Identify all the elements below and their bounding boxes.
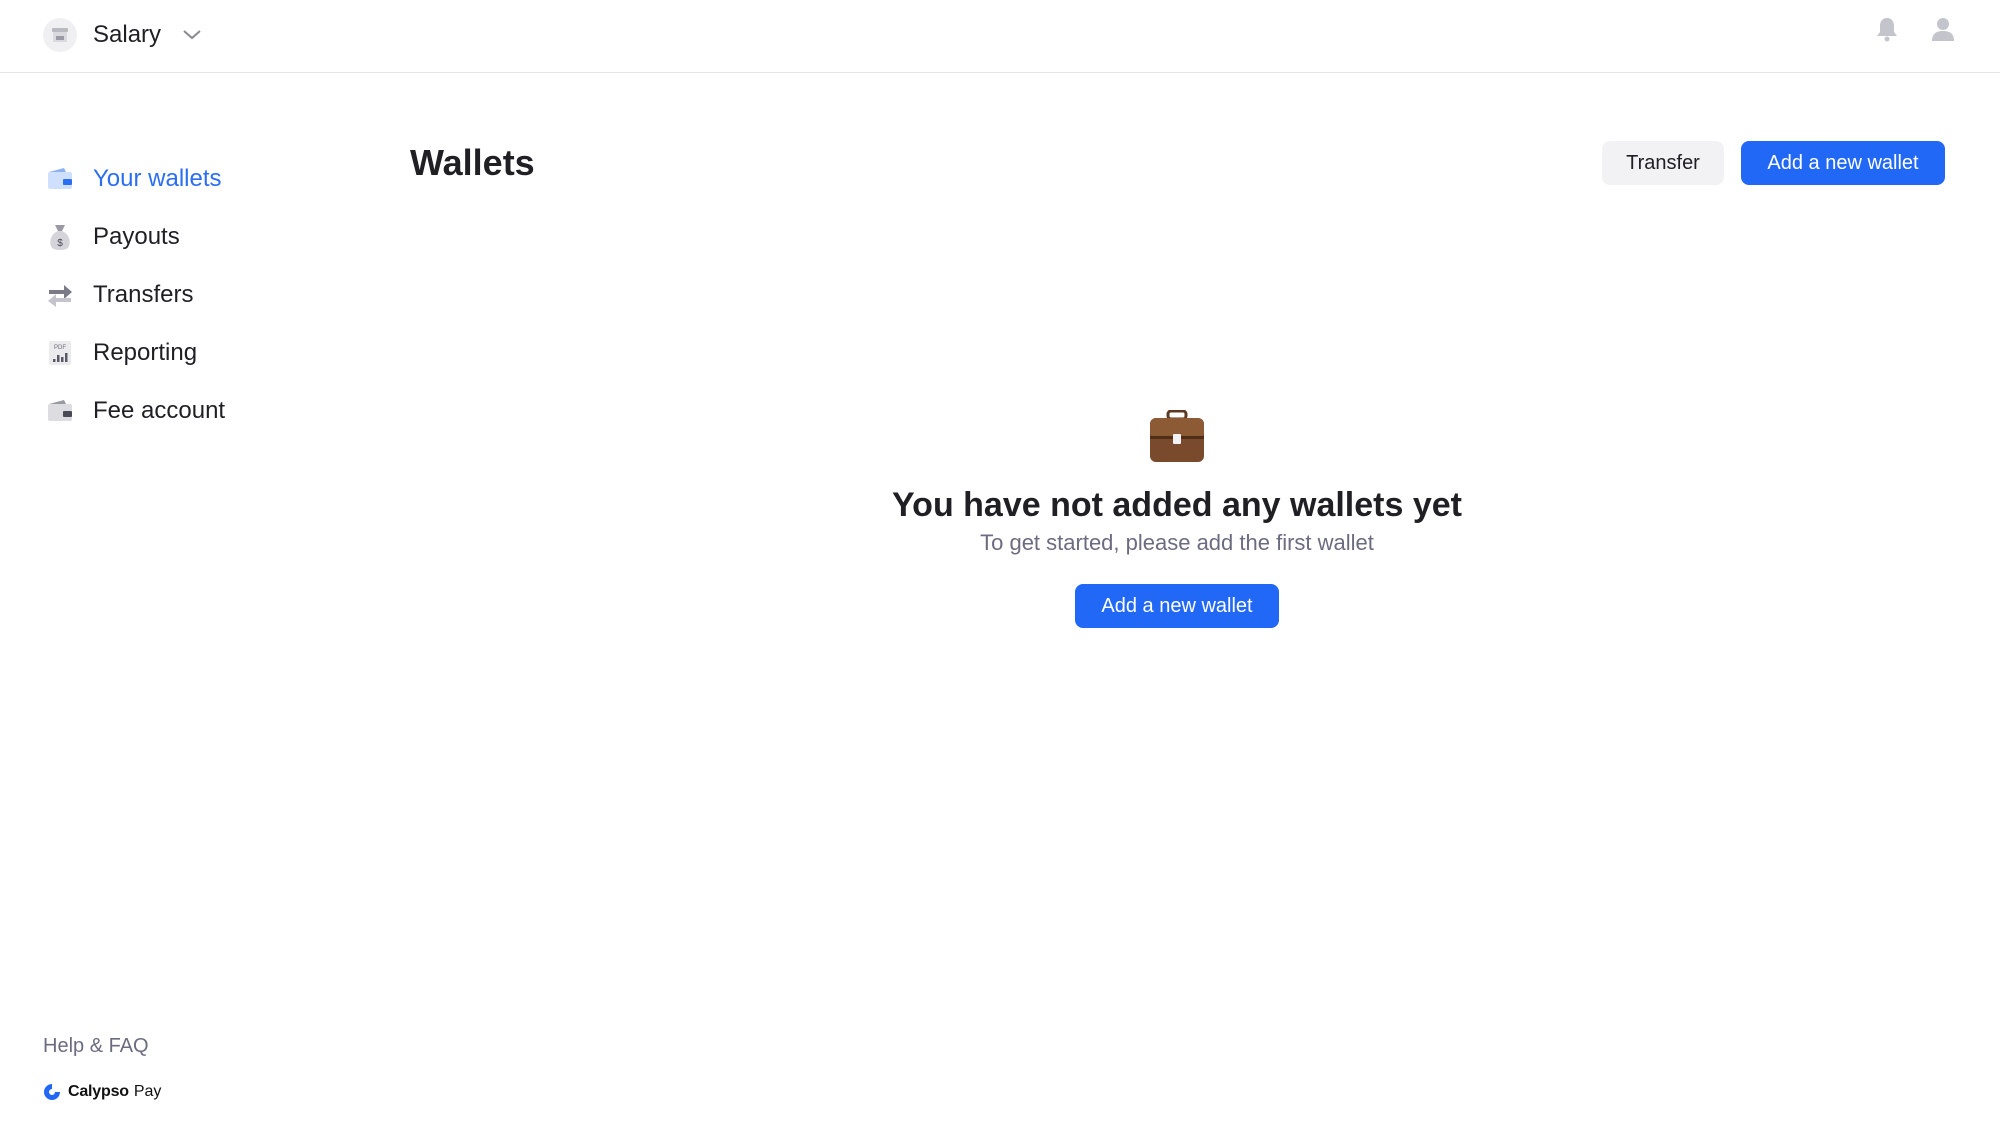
sidebar-nav: Your wallets $ Payouts Transfers PDF Rep… <box>43 150 343 440</box>
help-faq-link[interactable]: Help & FAQ <box>43 1035 149 1058</box>
chevron-down-icon[interactable] <box>183 30 201 40</box>
org-switcher[interactable]: Salary <box>43 18 201 52</box>
sidebar-item-label: Your wallets <box>93 165 222 192</box>
sidebar-item-label: Fee account <box>93 397 226 424</box>
empty-state-title: You have not added any wallets yet <box>892 486 1462 524</box>
wallet-icon <box>43 162 77 196</box>
user-icon[interactable] <box>1930 16 1956 42</box>
calypso-logo-icon <box>44 1084 60 1100</box>
add-wallet-button[interactable]: Add a new wallet <box>1741 141 1945 185</box>
sidebar-item-your-wallets[interactable]: Your wallets <box>43 150 343 208</box>
org-avatar <box>43 18 77 52</box>
svg-text:PDF: PDF <box>54 345 66 351</box>
header-actions: Transfer Add a new wallet <box>1602 141 1945 185</box>
wallet-gray-icon <box>43 394 77 428</box>
transfer-button[interactable]: Transfer <box>1602 141 1724 185</box>
briefcase-icon <box>818 410 1536 466</box>
sidebar-item-label: Transfers <box>93 281 194 308</box>
org-name: Salary <box>93 21 162 48</box>
sidebar-item-reporting[interactable]: PDF Reporting <box>43 324 343 382</box>
top-bar: Salary <box>0 0 2000 73</box>
transfer-arrows-icon <box>43 278 77 312</box>
sidebar-item-label: Payouts <box>93 223 180 250</box>
sidebar-item-label: Reporting <box>93 339 198 366</box>
pdf-report-icon: PDF <box>43 336 77 370</box>
sidebar-item-payouts[interactable]: $ Payouts <box>43 208 343 266</box>
empty-state: You have not added any wallets yet To ge… <box>818 410 1536 628</box>
money-bag-icon: $ <box>43 220 77 254</box>
brand-name: Calypso <box>68 1083 129 1100</box>
store-icon <box>52 28 68 42</box>
empty-state-subtitle: To get started, please add the first wal… <box>980 530 1374 555</box>
empty-add-wallet-button[interactable]: Add a new wallet <box>1075 584 1279 628</box>
svg-text:$: $ <box>57 238 63 249</box>
bell-icon[interactable] <box>1874 16 1900 42</box>
brand-suffix: Pay <box>133 1083 162 1100</box>
brand-logo: Calypso Pay <box>43 1083 161 1101</box>
sidebar-item-fee-account[interactable]: Fee account <box>43 382 343 440</box>
sidebar-item-transfers[interactable]: Transfers <box>43 266 343 324</box>
page-title: Wallets <box>410 142 535 183</box>
